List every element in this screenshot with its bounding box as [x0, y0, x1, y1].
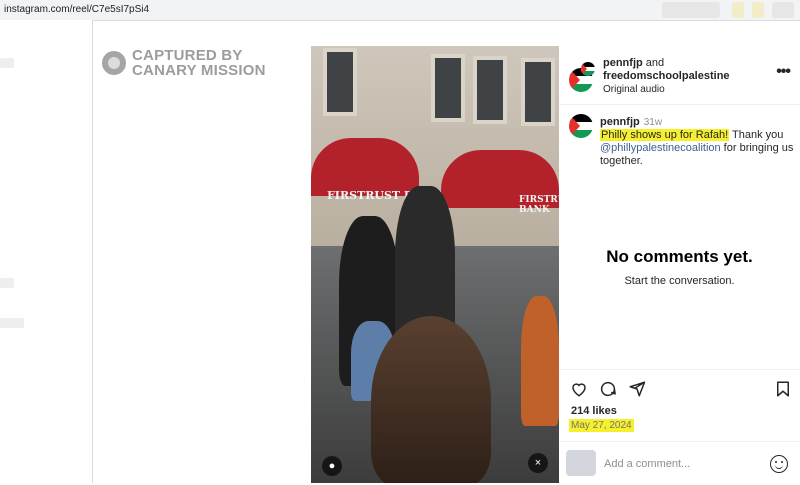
blurred-toolbar-item	[732, 2, 744, 18]
header-and: and	[645, 57, 665, 69]
likes-count[interactable]: 214 likes	[571, 405, 617, 417]
blurred-toolbar-item	[662, 2, 720, 18]
header-username[interactable]: freedomschoolpalestine	[603, 70, 730, 82]
reel-video[interactable]: FIRSTRUST BANK FIRSTRUST BANK ● ×	[311, 46, 559, 483]
video-awning	[311, 138, 419, 196]
post-caption: pennfjp 31w Philly shows up for Rafah! Th…	[600, 116, 794, 168]
avatar[interactable]	[569, 114, 593, 138]
video-sign: FIRSTRUST BANK	[519, 195, 559, 215]
audio-label[interactable]: Original audio	[603, 84, 665, 95]
video-person	[521, 296, 559, 426]
blurred-toolbar-item	[752, 2, 764, 18]
no-comments-title: No comments yet.	[606, 247, 753, 266]
caption-username[interactable]: pennfjp	[600, 116, 640, 128]
canary-logo-icon	[102, 51, 126, 75]
post-panel: pennfjp and freedomschoolpalestine Origi…	[559, 46, 800, 483]
sidebar-ghost-item	[0, 278, 14, 288]
canary-mission-watermark: CAPTURED BY CANARY MISSION	[102, 48, 266, 78]
post-date[interactable]: May 27, 2024	[569, 419, 634, 432]
header-username[interactable]: pennfjp	[603, 57, 643, 69]
caption-text: Thank you	[729, 129, 784, 141]
mute-icon[interactable]: ×	[528, 453, 548, 473]
video-window	[473, 56, 507, 124]
comment-input[interactable]: Add a comment...	[604, 458, 690, 470]
sidebar-ghost-item	[0, 58, 14, 68]
caption-time[interactable]: 31w	[644, 117, 662, 128]
video-window	[431, 54, 465, 122]
emoji-icon[interactable]	[770, 455, 788, 473]
more-icon[interactable]: •••	[776, 63, 791, 81]
post-header: pennfjp and freedomschoolpalestine Origi…	[559, 46, 800, 105]
post-actions: 214 likes May 27, 2024 Add a comment...	[559, 369, 800, 484]
sidebar-ghost-item	[0, 318, 24, 328]
video-window	[521, 58, 555, 126]
watermark-line2: CANARY MISSION	[132, 62, 266, 79]
video-foreground-person	[371, 316, 491, 483]
caption-highlight: Philly shows up for Rafah!	[600, 129, 730, 141]
no-comments-subtitle: Start the conversation.	[624, 275, 735, 287]
avatar[interactable]	[581, 62, 595, 76]
share-icon[interactable]	[628, 380, 646, 398]
blurred-toolbar-item	[772, 2, 794, 18]
watermark-line1: CAPTURED BY	[132, 47, 243, 64]
avatar	[566, 450, 596, 476]
video-window	[323, 48, 357, 116]
comment-box[interactable]: Add a comment...	[559, 441, 800, 485]
left-sidebar	[0, 20, 93, 483]
caption-mention-link[interactable]: @phillypalestinecoalition	[600, 142, 721, 154]
browser-address-bar[interactable]: instagram.com/reel/C7e5sI7pSi4	[0, 0, 800, 21]
comment-icon[interactable]	[599, 380, 617, 398]
url-text[interactable]: instagram.com/reel/C7e5sI7pSi4	[4, 4, 149, 15]
bookmark-icon[interactable]	[774, 380, 792, 398]
heart-icon[interactable]	[570, 380, 588, 398]
user-tag-icon[interactable]: ●	[322, 456, 342, 476]
